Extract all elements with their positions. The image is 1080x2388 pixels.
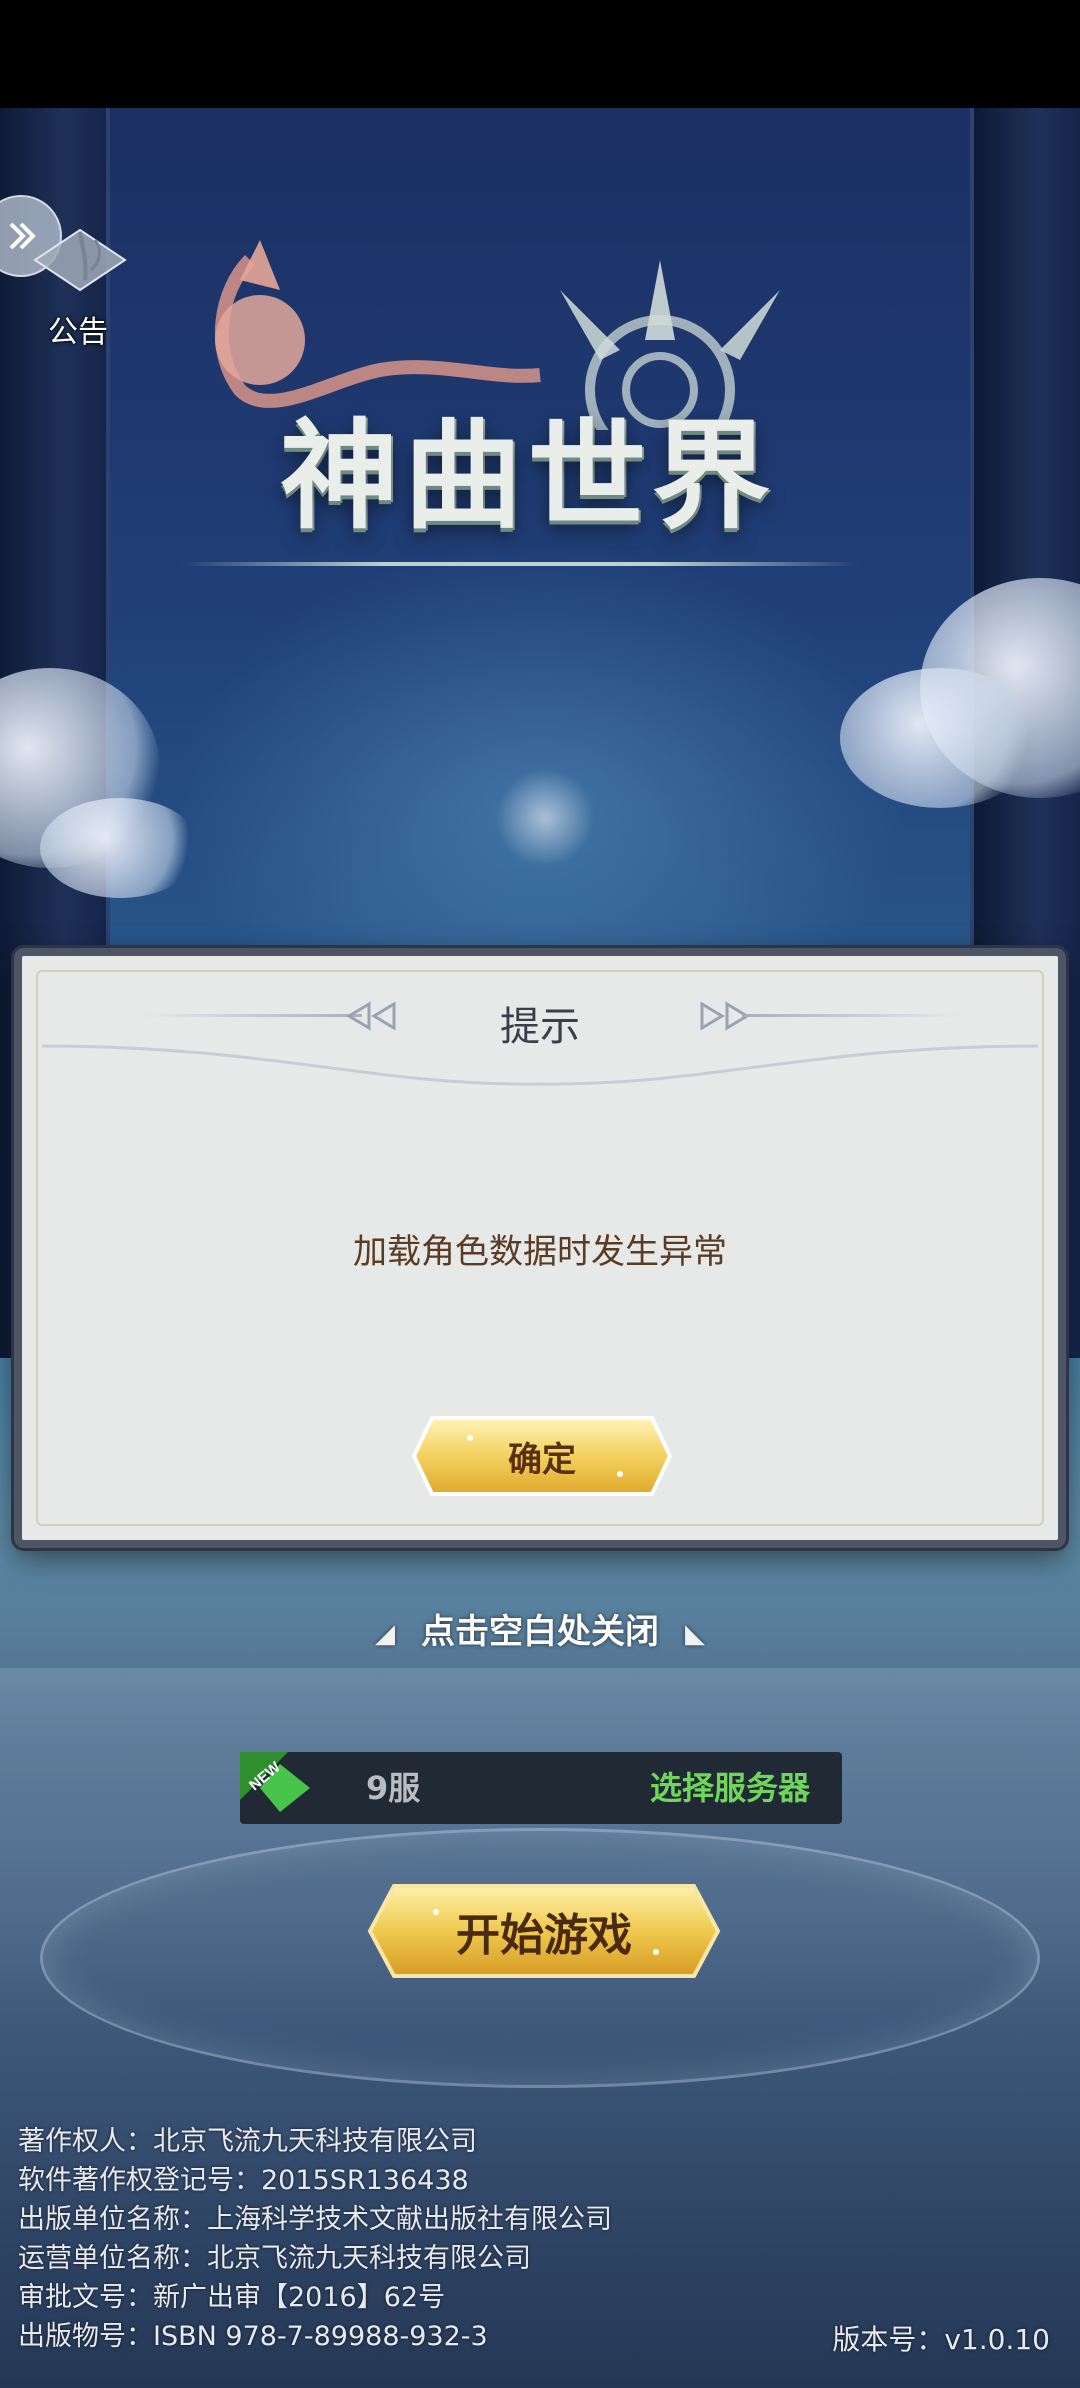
confirm-button[interactable]: 确定: [410, 1414, 674, 1498]
legal-line: 出版物号：ISBN 978-7-89988-932-3: [18, 2321, 488, 2352]
select-server-link[interactable]: 选择服务器: [650, 1752, 810, 1824]
legal-line: 出版单位名称：上海科学技术文献出版社有限公司: [18, 2204, 612, 2235]
dialog-message: 加载角色数据时发生异常: [353, 1232, 727, 1272]
legal-line: 审批文号：新广出审【2016】62号: [18, 2282, 446, 2313]
arrow-left-icon: ◢: [375, 1618, 395, 1649]
logo-underline: [180, 562, 860, 566]
game-logo: 神曲世界: [180, 230, 870, 590]
title-decoration-right: [742, 1014, 962, 1017]
notice-button[interactable]: 公告: [0, 195, 140, 350]
arrow-right-icon: ◣: [685, 1618, 705, 1649]
legal-line: 著作权人：北京飞流九天科技有限公司: [18, 2126, 477, 2157]
server-selector[interactable]: NEW 9服 选择服务器: [240, 1752, 842, 1824]
server-name: 9服: [366, 1769, 421, 1807]
legal-info: 著作权人：北京飞流九天科技有限公司 软件著作权登记号：2015SR136438 …: [18, 2122, 612, 2356]
start-game-button[interactable]: 开始游戏: [366, 1882, 722, 1980]
new-badge-icon: NEW: [240, 1752, 310, 1812]
alert-dialog: 提示 加载角色数据时发生异常 确定: [14, 948, 1066, 1548]
dialog-divider: [41, 1044, 1039, 1086]
version-label: 版本号：v1.0.10: [832, 2323, 1050, 2356]
close-hint: ◢ 点击空白处关闭 ◣: [0, 1604, 1080, 1653]
start-game-label: 开始游戏: [456, 1910, 632, 1961]
notice-label: 公告: [48, 315, 108, 350]
game-login-screen: 公告 神曲世界 提示 加载角色数据时发生异常 确定 ◢ 点击空白处关闭 ◣ NE…: [0, 0, 1080, 2388]
logo-title: 神曲世界: [280, 406, 777, 545]
confirm-label: 确定: [508, 1439, 576, 1480]
notice-book-icon: [33, 228, 127, 292]
close-hint-text: 点击空白处关闭: [421, 1612, 659, 1652]
legal-line: 软件著作权登记号：2015SR136438: [18, 2165, 469, 2196]
legal-line: 运营单位名称：北京飞流九天科技有限公司: [18, 2243, 531, 2274]
cloud: [840, 668, 1040, 808]
cloud: [40, 798, 200, 898]
status-bar: [0, 0, 1080, 108]
